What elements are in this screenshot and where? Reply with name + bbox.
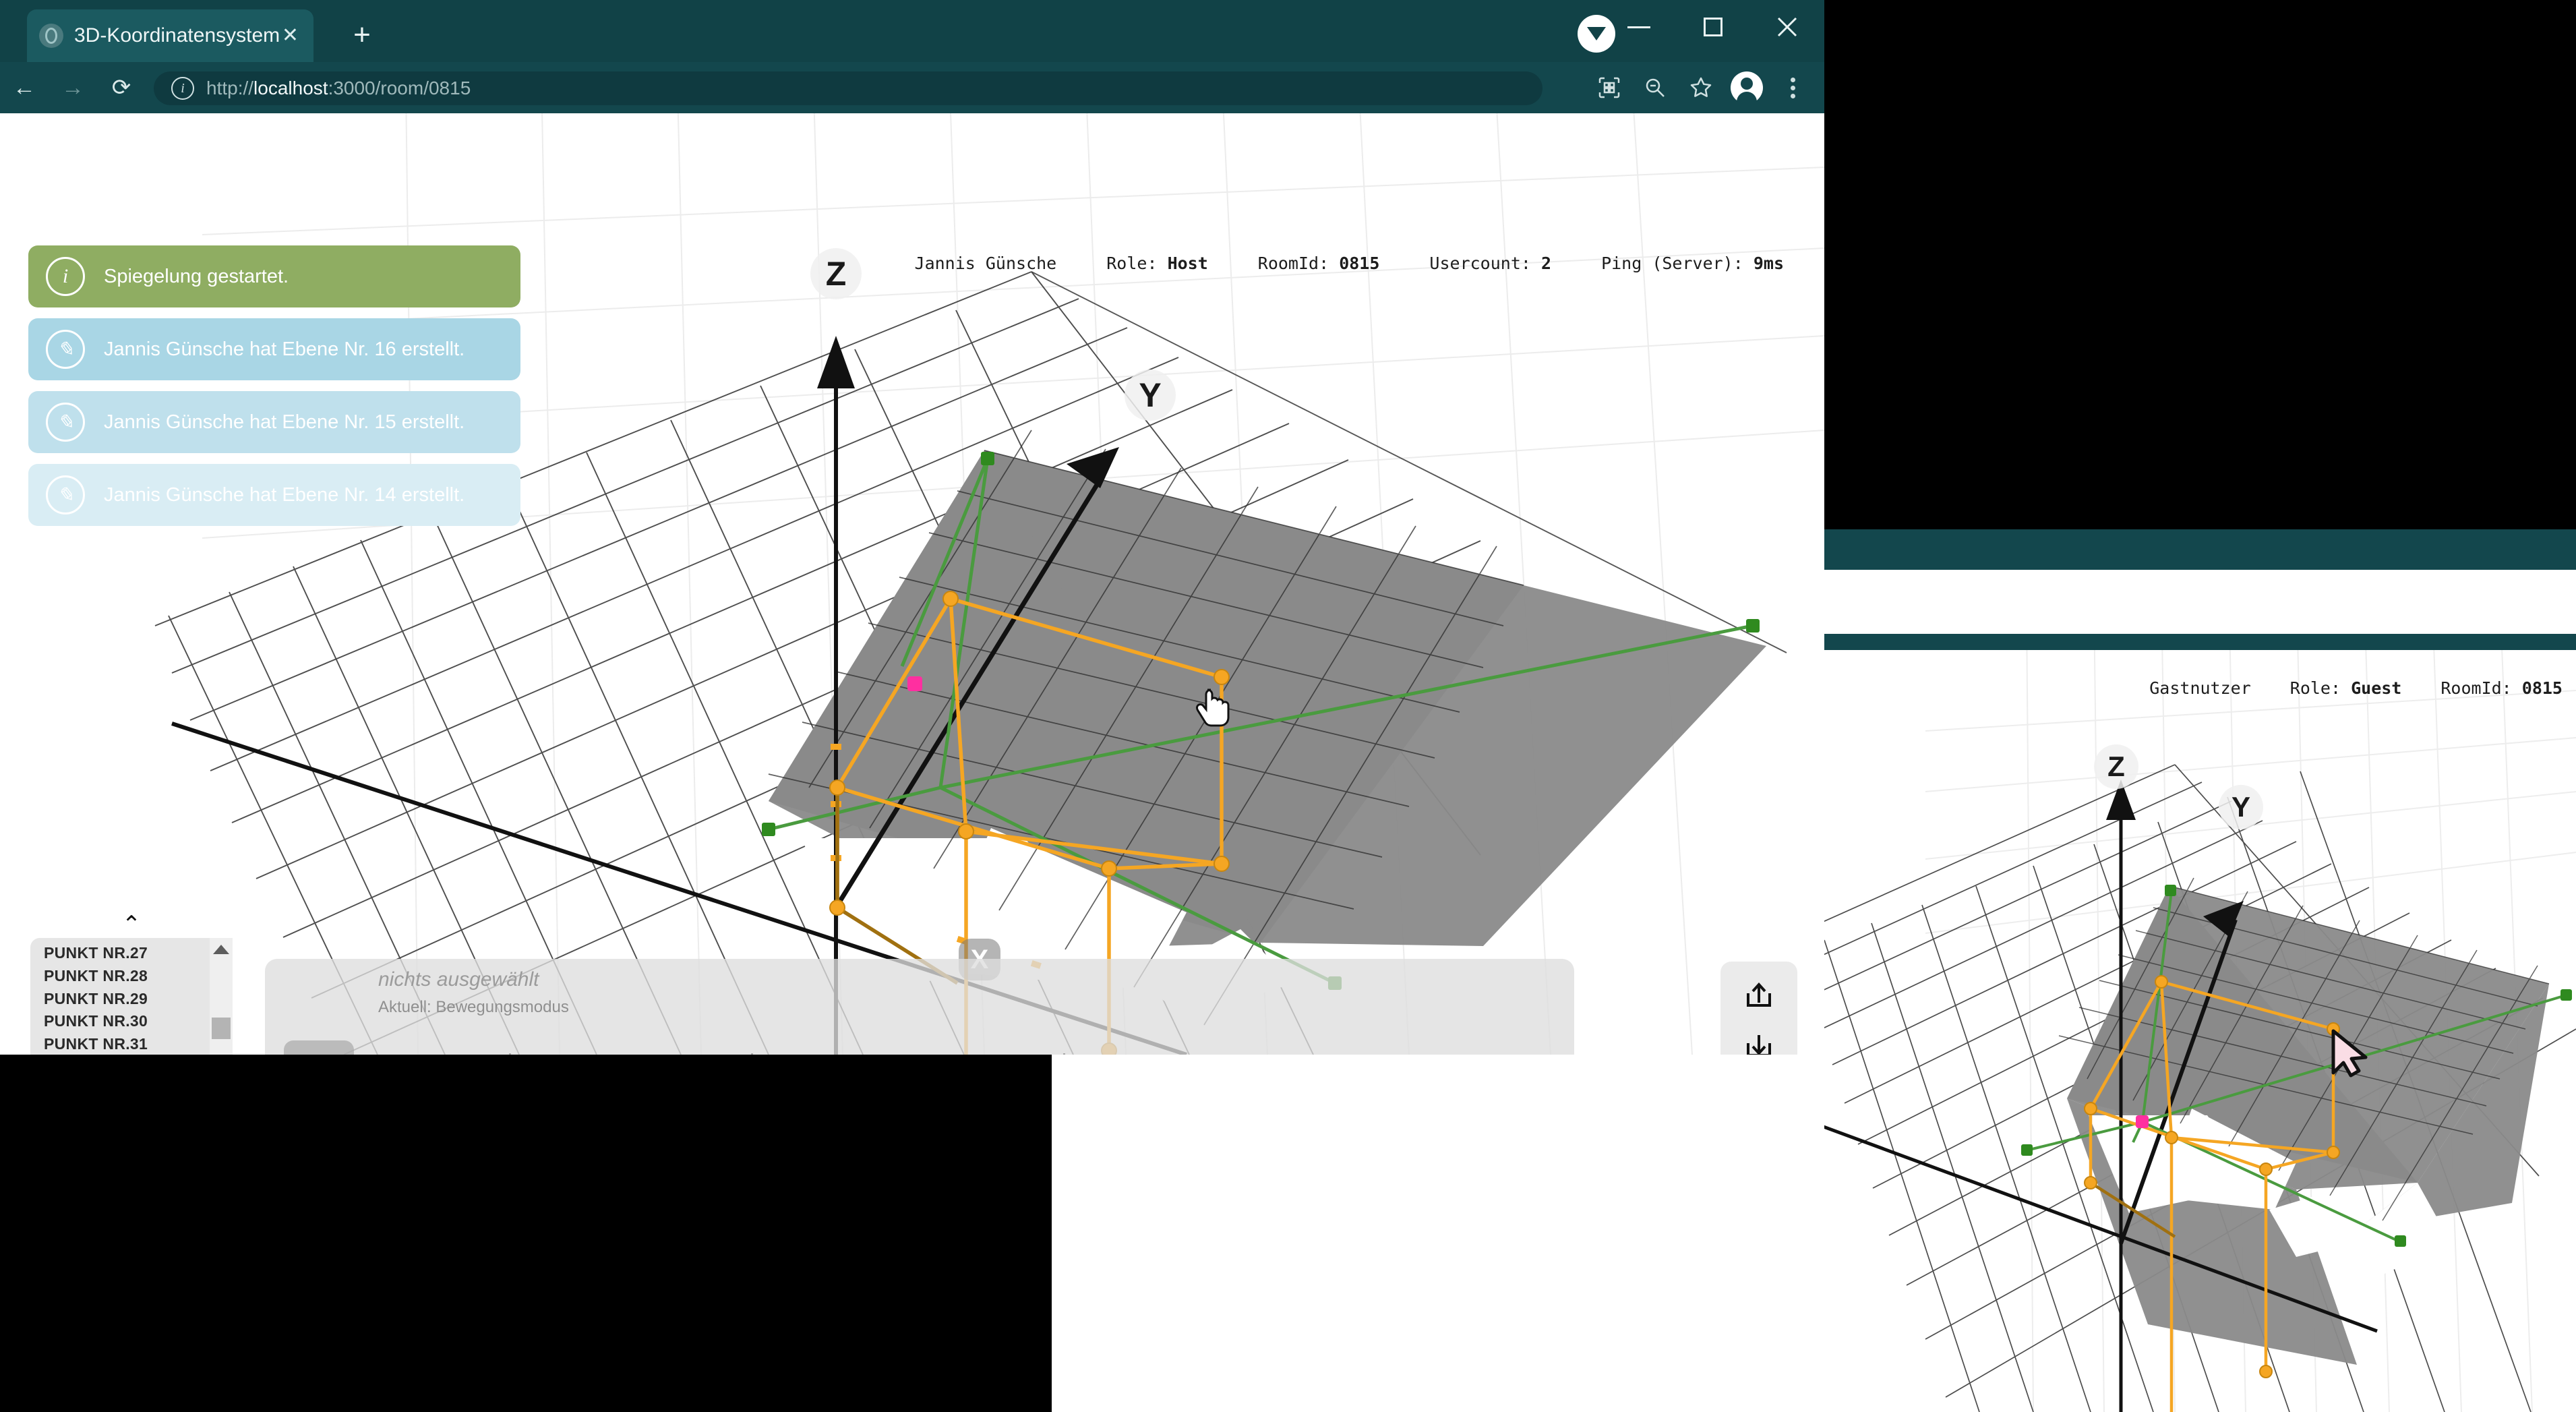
desktop-background-right <box>1824 0 2576 529</box>
guest-role: Role: Guest <box>2289 678 2402 698</box>
host-roomid: RoomId: 0815 <box>1257 254 1380 273</box>
toast-text: Spiegelung gestartet. <box>104 265 289 287</box>
host-ping: Ping (Server): 9ms <box>1601 254 1784 273</box>
list-item[interactable]: PUNKT NR.30 <box>30 1010 210 1033</box>
bookmark-star-icon[interactable] <box>1681 68 1720 107</box>
pink-point <box>907 676 922 691</box>
set-view-tool-button[interactable]: SET <box>908 1040 978 1055</box>
url-prefix: http:// <box>206 78 254 98</box>
selection-status: nichts ausgewählt Aktuell: Bewegungsmodu… <box>378 968 569 1017</box>
reset-view-tool-button[interactable] <box>978 1040 1048 1055</box>
guest-titlebar <box>1824 529 2576 570</box>
forward-icon[interactable]: → <box>49 62 97 113</box>
notification-stack: i Spiegelung gestartet. ✎ Jannis Günsche… <box>28 245 520 537</box>
guest-axis-label-z: Z <box>2094 744 2138 789</box>
reload-icon[interactable]: ⟳ <box>97 62 146 113</box>
chevron-up-icon[interactable]: ⌃ <box>30 913 233 936</box>
export-button[interactable] <box>1737 974 1780 1018</box>
reset-axes-tool-button[interactable] <box>838 1040 908 1055</box>
minimize-button[interactable] <box>1602 0 1676 54</box>
add-plane-tool-button[interactable]: EXP. <box>666 1040 736 1055</box>
select-point-tool-button[interactable] <box>354 1040 424 1055</box>
edit-icon: ✎ <box>46 403 85 442</box>
select-line-tool-button[interactable] <box>424 1040 494 1055</box>
site-info-icon[interactable]: i <box>171 77 194 100</box>
list-item[interactable]: PUNKT NR.27 <box>30 942 210 965</box>
new-tab-button[interactable]: + <box>344 18 380 54</box>
list-item[interactable]: PUNKT NR.31 <box>30 1033 210 1055</box>
tool-panel: nichts ausgewählt Aktuell: Bewegungsmodu… <box>265 959 1574 1055</box>
tab-title: 3D-Koordinatensystem <box>74 24 280 47</box>
guest-scene-svg[interactable] <box>1824 650 2576 1412</box>
object-list-panel: ⌃ PUNKT NR.27 PUNKT NR.28 PUNKT NR.29 PU… <box>30 913 233 1055</box>
desktop-background <box>0 1055 1052 1412</box>
toast-notification[interactable]: ✎ Jannis Günsche hat Ebene Nr. 16 erstel… <box>28 318 520 380</box>
globe-icon <box>39 24 63 48</box>
toast-notification[interactable]: ✎ Jannis Günsche hat Ebene Nr. 14 erstel… <box>28 464 520 526</box>
list-item[interactable]: PUNKT NR.29 <box>30 988 210 1011</box>
host-3d-viewport[interactable]: Z Y X Jannis Günsche Role: Host RoomId: … <box>0 113 1824 1055</box>
axis-label-y: Y <box>1125 370 1176 421</box>
scrollbar-thumb[interactable] <box>212 1018 231 1040</box>
action-column <box>1720 962 1797 1055</box>
guest-username: Gastnutzer <box>2149 678 2251 698</box>
profile-avatar-icon[interactable] <box>1727 68 1766 107</box>
guest-toolbar <box>1824 634 2576 650</box>
toast-notification[interactable]: i Spiegelung gestartet. <box>28 245 520 307</box>
back-icon[interactable]: ← <box>0 62 49 113</box>
toolbar-divider <box>1063 1053 1065 1055</box>
info-icon: i <box>46 257 85 296</box>
add-line-tool-button[interactable] <box>596 1040 666 1055</box>
url-host: localhost <box>253 78 328 98</box>
host-usercount: Usercount: 2 <box>1429 254 1552 273</box>
host-status-bar: Jannis Günsche Role: Host RoomId: 0815 U… <box>915 254 1784 273</box>
edit-icon: ✎ <box>46 475 85 514</box>
selection-text: nichts ausgewählt <box>378 968 539 991</box>
edit-icon: ✎ <box>46 330 85 369</box>
toast-text: Jannis Günsche hat Ebene Nr. 14 erstellt… <box>104 483 465 506</box>
import-button[interactable] <box>1737 1024 1780 1055</box>
object-list-scrollbar[interactable] <box>210 938 233 1055</box>
toast-text: Jannis Günsche hat Ebene Nr. 15 erstellt… <box>104 411 465 433</box>
axis-label-z: Z <box>810 248 862 299</box>
close-window-button[interactable] <box>1750 0 1824 54</box>
toast-text: Jannis Günsche hat Ebene Nr. 16 erstellt… <box>104 338 465 360</box>
url-text: http://localhost:3000/room/0815 <box>206 78 471 99</box>
mode-text: Aktuell: Bewegungsmodus <box>378 998 569 1016</box>
browser-tab[interactable]: 3D-Koordinatensystem ✕ <box>27 9 313 62</box>
tool-row: EXP. x x <box>265 1032 1574 1055</box>
grid-apps-icon[interactable] <box>1590 68 1629 107</box>
guest-3d-viewport[interactable]: Z Y Gastnutzer Role: Guest RoomId: 0815 <box>1824 650 2576 1412</box>
scroll-up-icon[interactable] <box>213 945 229 955</box>
host-username: Jannis Günsche <box>914 254 1057 273</box>
guest-axis-label-y: Y <box>2219 785 2263 829</box>
desktop-background-light <box>1052 1055 1824 1412</box>
url-path: :3000/room/0815 <box>328 78 471 98</box>
host-role: Role: Host <box>1106 254 1208 273</box>
close-icon[interactable]: ✕ <box>282 26 299 46</box>
window-controls <box>1602 0 1824 62</box>
list-item[interactable]: PUNKT NR.28 <box>30 965 210 988</box>
maximize-button[interactable] <box>1676 0 1750 54</box>
zoom-out-icon[interactable] <box>1636 68 1675 107</box>
host-browser-window: 3D-Koordinatensystem ✕ + ← → ⟳ i http://… <box>0 0 1824 1055</box>
guest-status-bar: Gastnutzer Role: Guest RoomId: 0815 <box>2149 678 2563 698</box>
add-point-tool-button[interactable] <box>526 1040 596 1055</box>
background-color-tool-button[interactable] <box>1080 1040 1150 1055</box>
browser-toolbar: ← → ⟳ i http://localhost:3000/room/0815 <box>0 62 1824 113</box>
pink-point <box>2136 1115 2149 1128</box>
scale-units-tool-button[interactable]: x x <box>768 1040 838 1055</box>
chrome-menu-icon[interactable] <box>1773 68 1812 107</box>
toolbar-divider <box>509 1053 511 1055</box>
toolbar-divider <box>751 1053 753 1055</box>
browser-titlebar: 3D-Koordinatensystem ✕ + <box>0 0 1824 62</box>
address-bar[interactable]: i http://localhost:3000/room/0815 <box>154 71 1542 105</box>
guest-roomid: RoomId: 0815 <box>2440 678 2563 698</box>
toolbar-actions <box>1590 62 1812 113</box>
move-tool-button[interactable] <box>284 1040 354 1055</box>
toast-notification[interactable]: ✎ Jannis Günsche hat Ebene Nr. 15 erstel… <box>28 391 520 453</box>
object-list[interactable]: PUNKT NR.27 PUNKT NR.28 PUNKT NR.29 PUNK… <box>30 938 233 1055</box>
